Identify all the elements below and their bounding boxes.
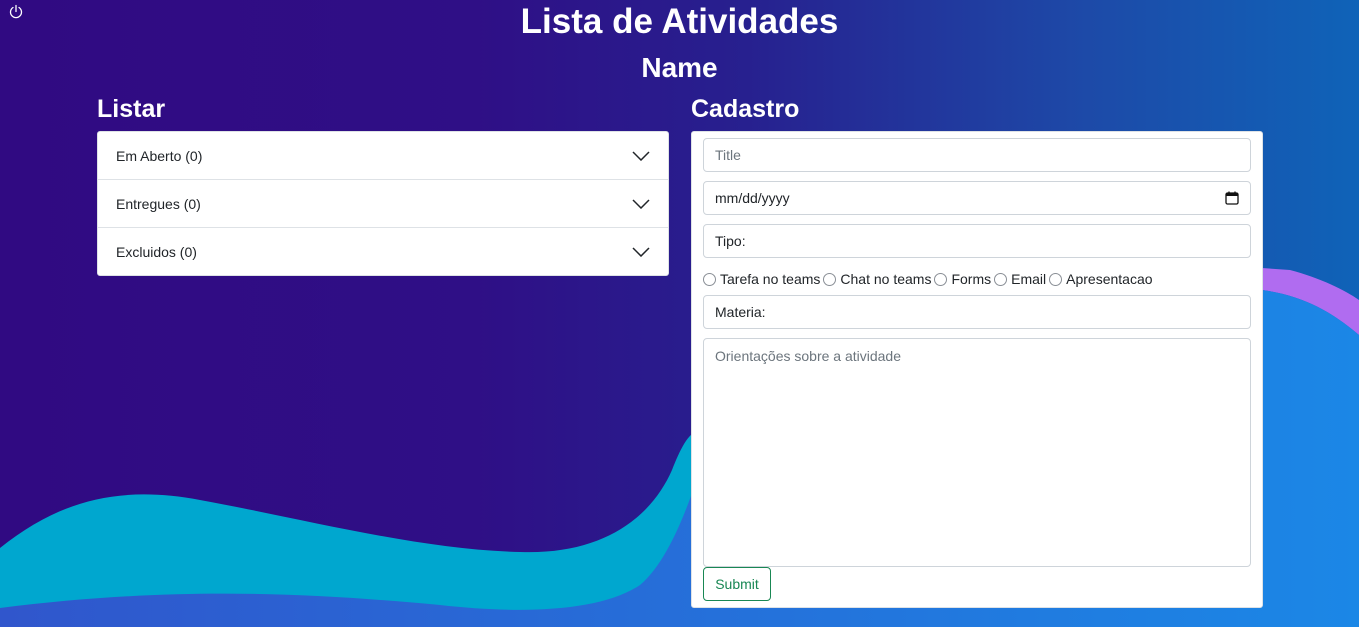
radio-label: Apresentacao (1066, 271, 1153, 287)
materia-value: Materia: (715, 304, 766, 320)
cadastro-form: Title mm/dd/yyyy Tipo: Tarefa no teams C… (691, 131, 1263, 608)
page-title: Lista de Atividades (520, 2, 839, 41)
accordion-label: Excluidos (0) (116, 244, 197, 260)
activity-accordion: Em Aberto (0) Entregues (0) Excluidos (0… (97, 131, 669, 276)
radio-label: Email (1011, 271, 1047, 287)
title-input[interactable]: Title (703, 138, 1251, 172)
radio-tarefa-no-teams[interactable]: Tarefa no teams (703, 271, 820, 287)
title-placeholder: Title (715, 147, 741, 163)
radio-chat-no-teams[interactable]: Chat no teams (823, 271, 931, 287)
date-input[interactable]: mm/dd/yyyy (703, 181, 1251, 215)
accordion-label: Em Aberto (0) (116, 147, 203, 164)
cyan-wave (0, 430, 700, 610)
submit-button[interactable]: Submit (703, 567, 771, 601)
radio-button[interactable] (994, 272, 1008, 286)
radio-apresentacao[interactable]: Apresentacao (1049, 271, 1153, 287)
radio-label: Tarefa no teams (720, 271, 821, 287)
radio-button[interactable] (823, 272, 837, 286)
materia-input[interactable]: Materia: (703, 295, 1251, 329)
tipo-input[interactable]: Tipo: (703, 224, 1251, 258)
tipo-value: Tipo: (715, 233, 746, 249)
radio-button[interactable] (703, 272, 716, 286)
date-value: mm/dd/yyyy (715, 190, 790, 206)
chevron-down-icon (632, 247, 650, 257)
orientacoes-textarea[interactable]: Orientações sobre a atividade (703, 338, 1251, 567)
orientacoes-placeholder: Orientações sobre a atividade (715, 348, 901, 364)
accordion-label: Entregues (0) (116, 195, 201, 212)
chevron-down-icon (632, 150, 650, 161)
accordion-item-excluidos[interactable]: Excluidos (0) (98, 228, 668, 276)
radio-button[interactable] (1049, 272, 1063, 286)
accordion-item-entregues[interactable]: Entregues (0) (98, 180, 668, 228)
calendar-icon[interactable] (1225, 191, 1239, 205)
accordion-item-em-aberto[interactable]: Em Aberto (0) (98, 132, 668, 180)
radio-label: Chat no teams (840, 271, 932, 287)
radio-forms[interactable]: Forms (934, 271, 991, 287)
cadastro-title: Cadastro (691, 95, 800, 123)
tipo-radio-group: Tarefa no teams Chat no teams Forms Emai… (703, 270, 1156, 288)
radio-button[interactable] (934, 272, 948, 286)
radio-label: Forms (951, 271, 992, 287)
user-name: Name (641, 52, 718, 83)
listar-title: Listar (97, 95, 166, 123)
chevron-down-icon (632, 198, 650, 209)
radio-email[interactable]: Email (994, 271, 1046, 287)
